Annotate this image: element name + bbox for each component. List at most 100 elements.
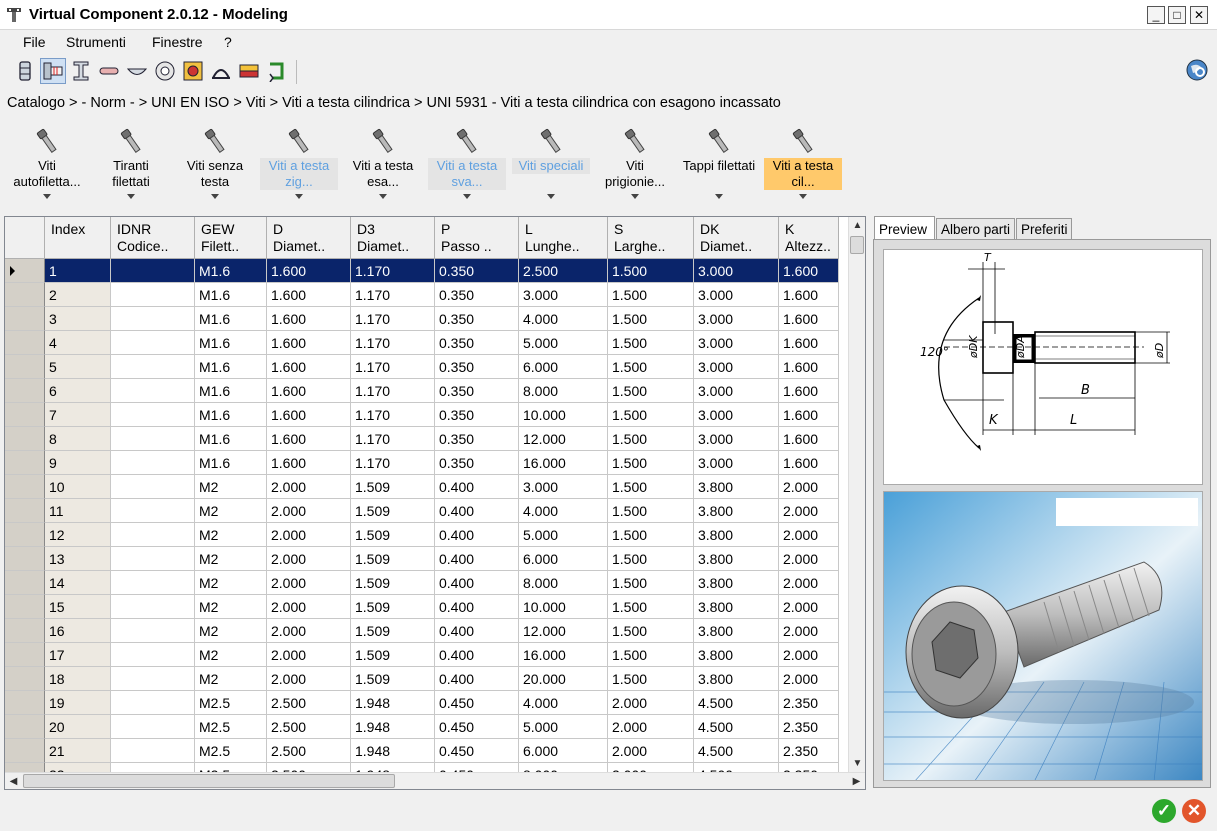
- table-cell[interactable]: 0.400: [435, 547, 519, 571]
- table-cell[interactable]: M2.5: [195, 739, 267, 763]
- pin-icon[interactable]: [96, 58, 122, 84]
- table-cell[interactable]: M1.6: [195, 283, 267, 307]
- table-cell[interactable]: 1.600: [779, 259, 839, 283]
- table-cell[interactable]: 3.800: [694, 571, 779, 595]
- table-cell[interactable]: 2: [45, 283, 111, 307]
- table-cell[interactable]: 1.600: [779, 283, 839, 307]
- column-header[interactable]: D3 Diamet..: [351, 217, 435, 259]
- row-header[interactable]: [5, 715, 45, 739]
- table-row[interactable]: 4 M1.6 1.600 1.170 0.350 5.000 1.500 3.000 1.600: [5, 331, 839, 355]
- table-cell[interactable]: 0.350: [435, 451, 519, 475]
- table-cell[interactable]: 15: [45, 595, 111, 619]
- table-cell[interactable]: 2.000: [779, 619, 839, 643]
- category-1[interactable]: Viti autofiletta...: [8, 124, 86, 214]
- table-row[interactable]: 21 M2.5 2.500 1.948 0.450 6.000 2.000 4.500 2.35…: [5, 739, 839, 763]
- table-row[interactable]: 18 M2 2.000 1.509 0.400 20.000 1.500 3.800 2.000: [5, 667, 839, 691]
- table-cell[interactable]: 1.500: [608, 475, 694, 499]
- table-row[interactable]: 19 M2.5 2.500 1.948 0.450 4.000 2.000 4.500 2.35…: [5, 691, 839, 715]
- row-header[interactable]: [5, 427, 45, 451]
- table-cell[interactable]: [111, 451, 195, 475]
- table-cell[interactable]: 1.600: [779, 451, 839, 475]
- table-cell[interactable]: 2.000: [267, 595, 351, 619]
- table-cell[interactable]: [111, 403, 195, 427]
- table-cell[interactable]: 0.350: [435, 355, 519, 379]
- table-cell[interactable]: 3.000: [694, 307, 779, 331]
- globe-search-icon[interactable]: [1184, 57, 1210, 83]
- 3d-render-view[interactable]: [883, 491, 1203, 781]
- table-row[interactable]: 2 M1.6 1.600 1.170 0.350 3.000 1.500 3.000 1.600: [5, 283, 839, 307]
- table-cell[interactable]: 6.000: [519, 739, 608, 763]
- table-cell[interactable]: 21: [45, 739, 111, 763]
- table-cell[interactable]: 2.350: [779, 715, 839, 739]
- horizontal-scroll-thumb[interactable]: [23, 774, 395, 788]
- table-cell[interactable]: 4.000: [519, 499, 608, 523]
- table-cell[interactable]: 4.000: [519, 307, 608, 331]
- table-cell[interactable]: M1.6: [195, 307, 267, 331]
- bearing-icon[interactable]: [180, 58, 206, 84]
- menu-file[interactable]: File: [23, 34, 46, 50]
- table-cell[interactable]: 2.000: [779, 595, 839, 619]
- table-cell[interactable]: 0.400: [435, 523, 519, 547]
- table-row[interactable]: 12 M2 2.000 1.509 0.400 5.000 1.500 3.800 2.000: [5, 523, 839, 547]
- table-row[interactable]: 20 M2.5 2.500 1.948 0.450 5.000 2.000 4.500 2.35…: [5, 715, 839, 739]
- menu-finestre[interactable]: Finestre: [152, 34, 203, 50]
- table-cell[interactable]: 12.000: [519, 619, 608, 643]
- table-cell[interactable]: 1.500: [608, 307, 694, 331]
- category-8[interactable]: Viti prigionie...: [596, 124, 674, 214]
- table-row[interactable]: 9 M1.6 1.600 1.170 0.350 16.000 1.500 3.000 1.60…: [5, 451, 839, 475]
- table-cell[interactable]: 2.000: [608, 715, 694, 739]
- close-icon[interactable]: ✕: [1190, 6, 1208, 24]
- table-cell[interactable]: 3.800: [694, 643, 779, 667]
- column-header[interactable]: DK Diamet..: [694, 217, 779, 259]
- table-cell[interactable]: 2.000: [267, 475, 351, 499]
- table-cell[interactable]: 1.500: [608, 451, 694, 475]
- row-header[interactable]: [5, 571, 45, 595]
- table-cell[interactable]: 2.500: [267, 691, 351, 715]
- table-cell[interactable]: 0.450: [435, 715, 519, 739]
- table-cell[interactable]: [111, 379, 195, 403]
- row-header[interactable]: [5, 475, 45, 499]
- table-cell[interactable]: [111, 523, 195, 547]
- table-cell[interactable]: 1.500: [608, 571, 694, 595]
- table-cell[interactable]: 2.000: [267, 571, 351, 595]
- table-cell[interactable]: 2.000: [779, 667, 839, 691]
- table-cell[interactable]: 1.509: [351, 667, 435, 691]
- table-cell[interactable]: 5.000: [519, 715, 608, 739]
- table-cell[interactable]: 2.000: [267, 619, 351, 643]
- i-beam-icon[interactable]: [68, 58, 94, 84]
- table-cell[interactable]: 1.500: [608, 523, 694, 547]
- table-cell[interactable]: 0.350: [435, 427, 519, 451]
- table-cell[interactable]: M1.6: [195, 379, 267, 403]
- table-cell[interactable]: 1.500: [608, 619, 694, 643]
- table-cell[interactable]: 20.000: [519, 667, 608, 691]
- table-row[interactable]: 11 M2 2.000 1.509 0.400 4.000 1.500 3.800 2.000: [5, 499, 839, 523]
- table-cell[interactable]: 1.500: [608, 379, 694, 403]
- table-cell[interactable]: 1.509: [351, 547, 435, 571]
- row-header[interactable]: [5, 691, 45, 715]
- table-cell[interactable]: 1.509: [351, 619, 435, 643]
- table-cell[interactable]: 8.000: [519, 571, 608, 595]
- category-10[interactable]: Viti a testa cil...: [764, 124, 842, 214]
- chevron-down-icon[interactable]: [463, 194, 471, 199]
- column-header[interactable]: Index: [45, 217, 111, 259]
- tab-albero-parti[interactable]: Albero parti: [936, 218, 1015, 240]
- table-cell[interactable]: 2.000: [779, 523, 839, 547]
- table-cell[interactable]: 2.000: [267, 667, 351, 691]
- table-cell[interactable]: 3.000: [694, 331, 779, 355]
- row-header[interactable]: [5, 403, 45, 427]
- table-row[interactable]: 3 M1.6 1.600 1.170 0.350 4.000 1.500 3.000 1.600: [5, 307, 839, 331]
- table-cell[interactable]: 1.600: [267, 403, 351, 427]
- table-cell[interactable]: [111, 619, 195, 643]
- table-cell[interactable]: 3.000: [694, 379, 779, 403]
- table-cell[interactable]: 2.000: [267, 499, 351, 523]
- table-cell[interactable]: [111, 307, 195, 331]
- category-9[interactable]: Tappi filettati: [680, 124, 758, 214]
- table-row[interactable]: 8 M1.6 1.600 1.170 0.350 12.000 1.500 3.000 1.60…: [5, 427, 839, 451]
- table-cell[interactable]: 2.000: [779, 475, 839, 499]
- table-cell[interactable]: 1.600: [267, 283, 351, 307]
- table-cell[interactable]: 2.000: [779, 571, 839, 595]
- table-cell[interactable]: 5.000: [519, 331, 608, 355]
- table-cell[interactable]: 1.500: [608, 667, 694, 691]
- row-header[interactable]: [5, 595, 45, 619]
- table-cell[interactable]: 2.000: [267, 523, 351, 547]
